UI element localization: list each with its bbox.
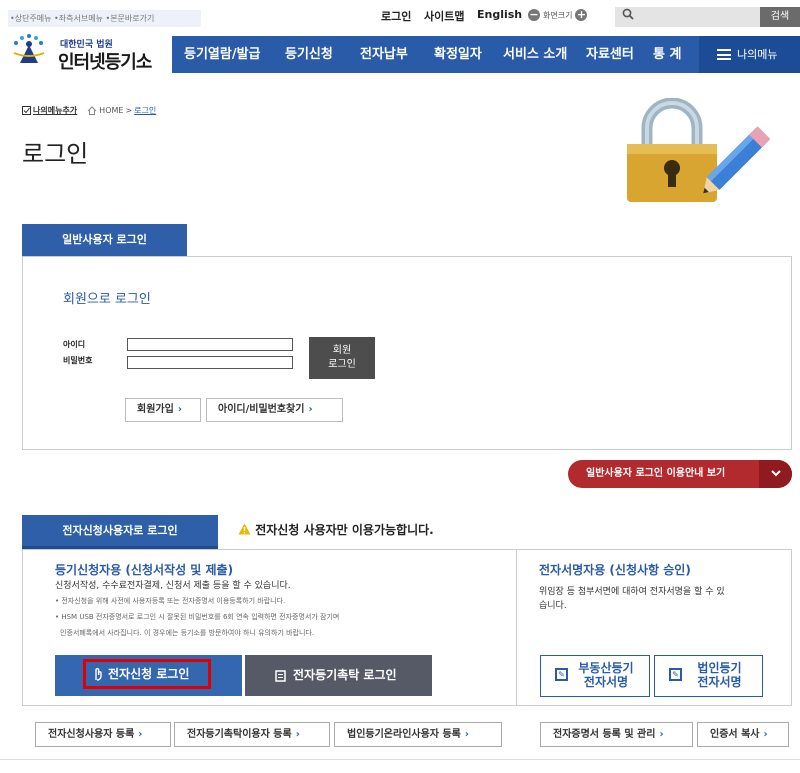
arrow-right-icon: ›: [138, 729, 143, 740]
page-title: 로그인: [22, 140, 89, 168]
realty-sign-line1: 부동산등기: [578, 661, 634, 675]
applicant-desc: 신청서작성, 수수료전자결제, 신청서 제출 등을 할 수 있습니다.: [55, 581, 291, 591]
edit-icon: ✎: [669, 668, 682, 681]
applicant-heading: 등기신청자용 (신청서작성 및 제출): [55, 563, 234, 577]
trust-login-label: 전자등기촉탁 로그인: [293, 668, 397, 682]
my-menu-button[interactable]: 나의메뉴: [699, 36, 800, 73]
nav-item-stats[interactable]: 통 계: [653, 36, 681, 73]
realty-sign-button[interactable]: ✎ 부동산등기 전자서명: [540, 655, 650, 697]
realty-sign-line2: 전자서명: [583, 675, 629, 689]
arrow-right-icon: ›: [295, 729, 300, 740]
court-logo-icon[interactable]: [10, 33, 58, 67]
finger-icon: [95, 668, 102, 681]
login-link[interactable]: 로그인: [381, 8, 411, 24]
checkbox-icon: [22, 106, 31, 115]
efile-login-button[interactable]: 전자신청 로그인: [83, 659, 211, 689]
nav-item-view[interactable]: 등기열람/발급: [184, 36, 261, 73]
bottom-label: 전자증명서 등록 및 관리: [553, 729, 656, 740]
nav-item-date[interactable]: 확정일자: [434, 36, 482, 73]
member-login-button[interactable]: 회원 로그인: [309, 337, 375, 379]
document-icon: [275, 670, 286, 682]
home-icon: [87, 106, 97, 115]
tab-efiling-login[interactable]: 전자신청사용자로 로그인: [22, 515, 218, 549]
applicant-note-1: • 전자신청을 위해 사전에 사용자등록 또는 전자증명서 이용등록하기 바랍니…: [55, 597, 286, 605]
search-button[interactable]: 검색: [760, 7, 800, 27]
find-account-label: 아이디/비밀번호찾기: [218, 404, 305, 415]
corp-sign-button[interactable]: ✎ 법인등기 전자서명: [654, 655, 763, 697]
bottom-label: 인증서 복사: [710, 729, 760, 740]
hamburger-icon: [717, 49, 731, 60]
find-account-button[interactable]: 아이디/비밀번호찾기 ›: [206, 398, 343, 422]
breadcrumb-current: 로그인: [134, 106, 157, 115]
id-input[interactable]: [127, 338, 293, 351]
nav-item-payment[interactable]: 전자납부: [360, 36, 408, 73]
warning-icon: [238, 523, 251, 535]
efile-user-register-button[interactable]: 전자신청사용자 등록 ›: [35, 722, 171, 747]
signer-desc-2: 습니다.: [539, 601, 567, 611]
warning-text: 전자신청 사용자만 이용가능합니다.: [255, 523, 434, 537]
efiling-warning: 전자신청 사용자만 이용가능합니다.: [238, 521, 434, 538]
arrow-right-icon: ›: [659, 729, 664, 740]
logo-site-name[interactable]: 인터넷등기소: [58, 48, 152, 74]
trust-login-button[interactable]: 전자등기촉탁 로그인: [245, 655, 432, 696]
arrow-right-icon: ›: [464, 729, 470, 740]
signer-heading: 전자서명자용 (신청사항 승인): [539, 563, 691, 577]
panel-divider: [516, 549, 517, 706]
nav-item-service[interactable]: 서비스 소개: [503, 36, 567, 73]
edit-icon: ✎: [555, 668, 568, 681]
breadcrumb-sep: >: [125, 106, 133, 115]
nav-item-resources[interactable]: 자료센터: [586, 36, 634, 73]
breadcrumb-path: HOME > 로그인: [87, 105, 156, 116]
efile-login-label: 전자신청 로그인: [108, 667, 190, 681]
trust-user-register-button[interactable]: 전자등기촉탁이용자 등록 ›: [174, 722, 330, 747]
arrow-right-icon: ›: [308, 404, 313, 415]
signup-label: 회원가입: [137, 404, 174, 415]
member-login-line1: 회원: [332, 345, 352, 356]
bottom-label: 전자등기촉탁이용자 등록: [187, 729, 292, 740]
lock-pencil-icon: [625, 97, 775, 203]
member-login-line2: 로그인: [328, 359, 356, 370]
signer-desc-1: 위임장 등 첨부서면에 대하여 전자서명을 할 수 있: [539, 587, 725, 597]
corp-sign-line1: 법인등기: [697, 661, 742, 675]
bottom-label: 전자신청사용자 등록: [48, 729, 135, 740]
applicant-note-3: 인증서폐록에서 사라집니다. 이 경우에는 등기소를 방문하여야 하니 유의하기…: [60, 629, 315, 637]
chevron-down-icon[interactable]: [759, 460, 792, 488]
arrow-right-icon: ›: [177, 404, 182, 415]
corp-sign-line2: 전자서명: [697, 675, 742, 689]
password-label: 비밀번호: [63, 356, 93, 365]
font-size-label: 화면크기: [543, 10, 573, 20]
add-my-menu-link[interactable]: 나의메뉴추가: [22, 105, 77, 116]
id-label: 아이디: [63, 340, 86, 349]
arrow-right-icon: ›: [763, 729, 768, 740]
tab-general-login[interactable]: 일반사용자 로그인: [22, 224, 187, 256]
skip-links[interactable]: •상단주메뉴 •좌측서브메뉴 •본문바로가기: [8, 10, 201, 27]
nav-item-apply[interactable]: 등기신청: [285, 36, 333, 73]
corp-online-register-button[interactable]: 법인등기온라인사용자 등록 ›: [334, 722, 502, 747]
sitemap-link[interactable]: 사이트맵: [424, 8, 464, 24]
cert-manage-button[interactable]: 전자증명서 등록 및 관리 ›: [540, 722, 693, 747]
signup-button[interactable]: 회원가입 ›: [125, 398, 201, 422]
font-minus-icon[interactable]: −: [528, 9, 540, 21]
font-plus-icon[interactable]: +: [575, 9, 588, 21]
applicant-note-2: • HSM USB 전자증명서로 로그인 시 잘못된 비밀번호를 6회 연속 입…: [55, 613, 340, 621]
breadcrumb-home[interactable]: HOME: [99, 106, 123, 115]
english-link[interactable]: English: [477, 8, 522, 21]
password-input[interactable]: [127, 356, 293, 369]
divider: [0, 759, 800, 760]
search-icon: [622, 8, 634, 23]
bottom-label: 법인등기온라인사용자 등록: [347, 729, 461, 740]
cert-copy-button[interactable]: 인증서 복사 ›: [697, 722, 789, 747]
font-size-control: − 화면크기 +: [528, 9, 588, 21]
search-input[interactable]: [615, 7, 760, 27]
breadcrumb: 나의메뉴추가 HOME > 로그인: [22, 105, 156, 116]
member-login-heading: 회원으로 로그인: [63, 292, 151, 307]
